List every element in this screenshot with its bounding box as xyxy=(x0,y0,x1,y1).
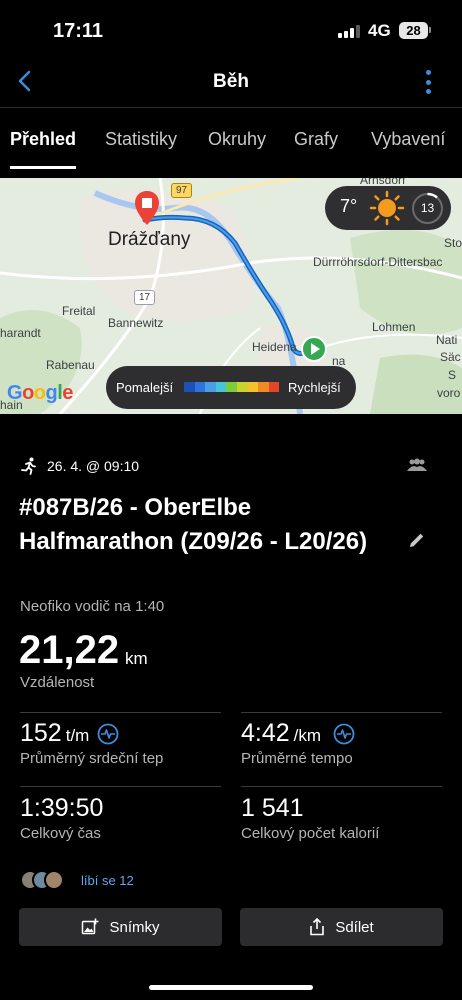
map-label-s: S xyxy=(448,368,457,382)
pace-legend: Pomalejší Rychlejší xyxy=(106,366,356,409)
map-label-sac: Säc xyxy=(440,350,461,364)
legend-slow-label: Pomalejší xyxy=(116,380,174,395)
map-label-voro: voro xyxy=(437,386,461,400)
status-bar: 17:11 4G 28 xyxy=(0,0,462,62)
avg-pace-label: Průměrné tempo xyxy=(241,750,353,767)
avg-pace-value[interactable]: 4:42/km xyxy=(241,719,321,748)
pace-color-swatch xyxy=(215,382,227,392)
avg-hr-value[interactable]: 152 t/m xyxy=(20,719,89,748)
distance-unit: km xyxy=(125,649,148,668)
map-label-heidenau: Heidena xyxy=(252,340,297,354)
end-pin-icon xyxy=(134,190,160,231)
weather-widget[interactable]: 7° 13 xyxy=(325,186,451,230)
more-menu-button[interactable] xyxy=(421,70,435,94)
status-time: 17:11 xyxy=(53,20,104,42)
calories-label: Celkový počet kalorií xyxy=(241,825,380,842)
map-label-nati: Nati xyxy=(436,333,458,347)
route-map[interactable]: Arnsdorf Drážďany Sto Dürrröhrsdorf-Ditt… xyxy=(0,178,462,414)
avg-hr-unit: t/m xyxy=(65,726,90,745)
pace-color-swatch xyxy=(236,382,248,392)
pace-color-swatch xyxy=(268,382,280,392)
map-label-bannewitz: Bannewitz xyxy=(108,316,164,330)
tab-bar: Přehled Statistiky Okruhy Grafy Vybavení xyxy=(0,110,462,170)
divider xyxy=(20,712,221,713)
edit-pencil-icon[interactable] xyxy=(407,530,427,555)
map-label-lohmen: Lohmen xyxy=(372,320,416,334)
weather-temperature: 7° xyxy=(340,196,358,216)
group-icon[interactable] xyxy=(406,458,428,477)
share-icon xyxy=(310,918,325,936)
pace-color-swatch xyxy=(205,382,216,392)
home-indicator xyxy=(149,985,313,990)
map-label-rabenau: Rabenau xyxy=(46,358,95,372)
share-button-label: Sdílet xyxy=(335,918,374,936)
pace-color-swatch xyxy=(247,382,258,392)
sun-icon xyxy=(369,190,405,226)
map-label-tharandt: harandt xyxy=(0,326,41,340)
tab-overview[interactable]: Přehled xyxy=(10,129,76,150)
weather-index-value: 13 xyxy=(420,201,435,215)
share-button[interactable]: Sdílet xyxy=(240,908,443,946)
road-shield-97: 97 xyxy=(171,183,193,198)
likes-link[interactable]: líbí se 12 xyxy=(81,873,134,888)
photos-button-label: Snímky xyxy=(109,918,160,936)
heart-rate-icon[interactable] xyxy=(97,723,119,745)
tab-charts[interactable]: Grafy xyxy=(294,129,338,150)
battery-icon: 28 xyxy=(399,22,428,39)
divider xyxy=(241,786,442,787)
divider xyxy=(20,786,221,787)
divider xyxy=(241,712,442,713)
map-label-durrrohrsdorf: Dürrröhrsdorf-Dittersbac xyxy=(313,255,443,269)
signal-icon xyxy=(338,25,360,38)
activity-description: Neofiko vodič na 1:40 xyxy=(20,598,165,615)
avg-pace-number: 4:42 xyxy=(241,719,290,747)
photos-button[interactable]: Snímky xyxy=(19,908,222,946)
pace-color-swatch xyxy=(226,382,237,392)
battery-tip xyxy=(429,27,431,33)
pace-color-swatch xyxy=(184,382,195,392)
total-time-label: Celkový čas xyxy=(20,825,101,842)
calories-value: 1 541 xyxy=(241,794,304,822)
tab-gear[interactable]: Vybavení xyxy=(371,129,445,150)
tab-statistics[interactable]: Statistiky xyxy=(105,129,177,150)
tab-laps[interactable]: Okruhy xyxy=(208,129,266,150)
tab-active-indicator xyxy=(10,166,76,169)
page-title: Běh xyxy=(213,71,249,92)
google-logo: Google xyxy=(7,382,73,404)
map-label-city: Drážďany xyxy=(108,229,191,250)
map-label-stolpen: Sto xyxy=(444,236,462,250)
activity-date: 26. 4. @ 09:10 xyxy=(47,458,140,474)
legend-fast-label: Rychlejší xyxy=(288,380,341,395)
avg-hr-number: 152 xyxy=(20,719,62,747)
pace-chart-icon[interactable] xyxy=(333,723,355,745)
network-type: 4G xyxy=(368,21,391,40)
avg-hr-label: Průměrný srdeční tep xyxy=(20,750,164,767)
pace-color-swatch xyxy=(257,382,269,392)
distance-value: 21,22 xyxy=(19,628,120,672)
avg-pace-unit: /km xyxy=(293,726,322,745)
avatar xyxy=(44,870,64,890)
running-icon xyxy=(21,457,36,475)
pace-color-swatch xyxy=(194,382,206,392)
map-label-freital: Freital xyxy=(62,304,96,318)
activity-title: #087B/26 - OberElbe Halfmarathon (Z09/26… xyxy=(19,494,368,555)
total-time-value: 1:39:50 xyxy=(20,794,104,822)
distance-label: Vzdálenost xyxy=(20,674,95,691)
road-shield-17: 17 xyxy=(134,290,156,305)
add-photo-icon xyxy=(82,918,99,935)
nav-header: Běh xyxy=(0,62,462,108)
pace-color-scale xyxy=(184,382,280,392)
activity-meta: 26. 4. @ 09:10 xyxy=(20,456,139,476)
